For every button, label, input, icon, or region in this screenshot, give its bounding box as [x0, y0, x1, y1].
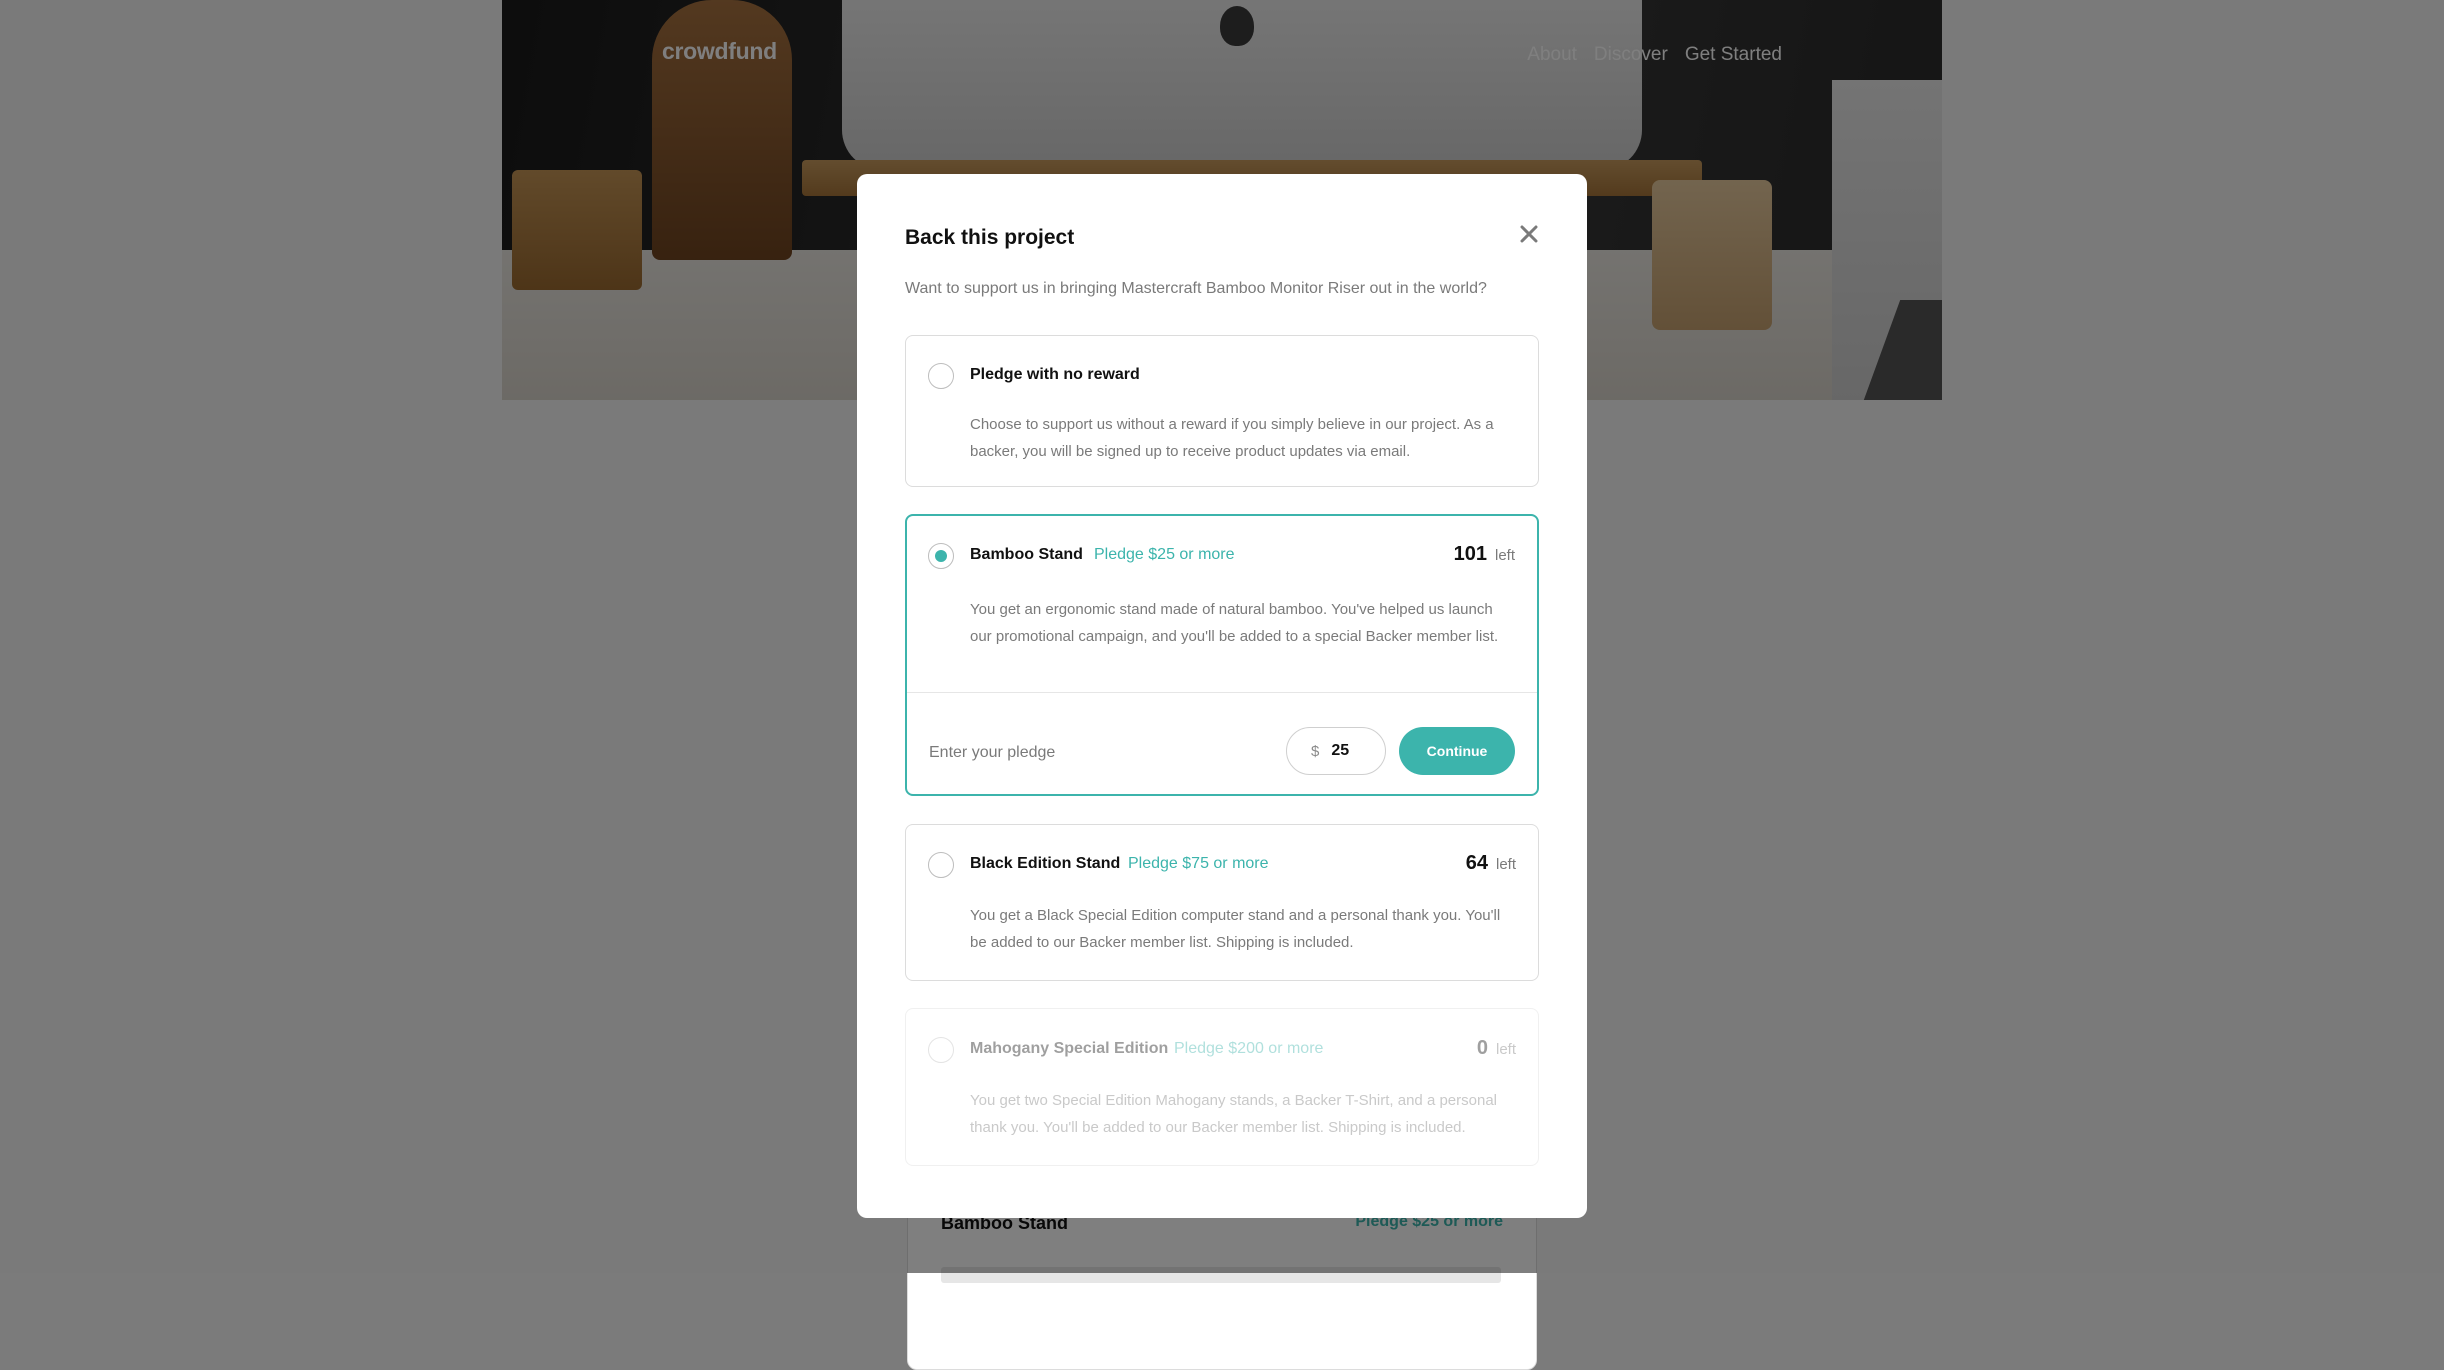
- close-icon[interactable]: [1517, 222, 1541, 246]
- radio-bamboo-stand[interactable]: [928, 543, 954, 569]
- option-divider: [907, 692, 1537, 693]
- radio-black-edition[interactable]: [928, 852, 954, 878]
- option-title: Black Edition Stand: [970, 855, 1121, 872]
- stock-count: 0: [1476, 1037, 1488, 1059]
- radio-no-reward[interactable]: [928, 363, 954, 389]
- stock-count: 64: [1465, 852, 1488, 874]
- option-stock-left: 0 left: [1477, 1037, 1516, 1060]
- option-pledge-amount: Pledge $200 or more: [1174, 1040, 1324, 1057]
- pledge-amount-input[interactable]: $ 25: [1286, 727, 1386, 775]
- option-stock-left: 101 left: [1454, 543, 1515, 566]
- option-title: Mahogany Special Edition: [970, 1040, 1169, 1057]
- option-title: Pledge with no reward: [970, 366, 1140, 383]
- option-description: You get an ergonomic stand made of natur…: [970, 601, 1499, 645]
- stock-label: left: [1494, 547, 1515, 564]
- radio-mahogany: [928, 1037, 954, 1063]
- option-description: You get two Special Edition Mahogany sta…: [970, 1092, 1497, 1136]
- option-description: Choose to support us without a reward if…: [970, 416, 1494, 460]
- pledge-option-mahogany: Mahogany Special Edition Pledge $200 or …: [905, 1008, 1539, 1166]
- option-pledge-amount: Pledge $25 or more: [1094, 546, 1235, 563]
- stock-count: 101: [1453, 543, 1487, 565]
- option-stock-left: 64 left: [1466, 852, 1516, 875]
- modal-title: Back this project: [905, 226, 1075, 249]
- radio-selected-dot: [935, 550, 947, 562]
- currency-symbol: $: [1311, 742, 1320, 760]
- pledge-option-no-reward[interactable]: Pledge with no reward Choose to support …: [905, 335, 1539, 487]
- option-title: Bamboo Stand: [970, 546, 1083, 563]
- option-pledge-amount: Pledge $75 or more: [1128, 855, 1269, 872]
- modal-subtitle: Want to support us in bringing Mastercra…: [905, 280, 1487, 297]
- pledge-option-bamboo-stand[interactable]: Bamboo Stand Pledge $25 or more 101 left…: [905, 514, 1539, 796]
- back-project-modal: Back this project Want to support us in …: [857, 174, 1587, 1218]
- pledge-amount-value[interactable]: 25: [1331, 742, 1349, 760]
- enter-pledge-label: Enter your pledge: [929, 744, 1056, 761]
- pledge-option-black-edition[interactable]: Black Edition Stand Pledge $75 or more 6…: [905, 824, 1539, 981]
- stock-label: left: [1495, 856, 1516, 873]
- continue-button[interactable]: Continue: [1399, 727, 1515, 775]
- option-description: You get a Black Special Edition computer…: [970, 907, 1501, 951]
- stock-label: left: [1495, 1041, 1516, 1058]
